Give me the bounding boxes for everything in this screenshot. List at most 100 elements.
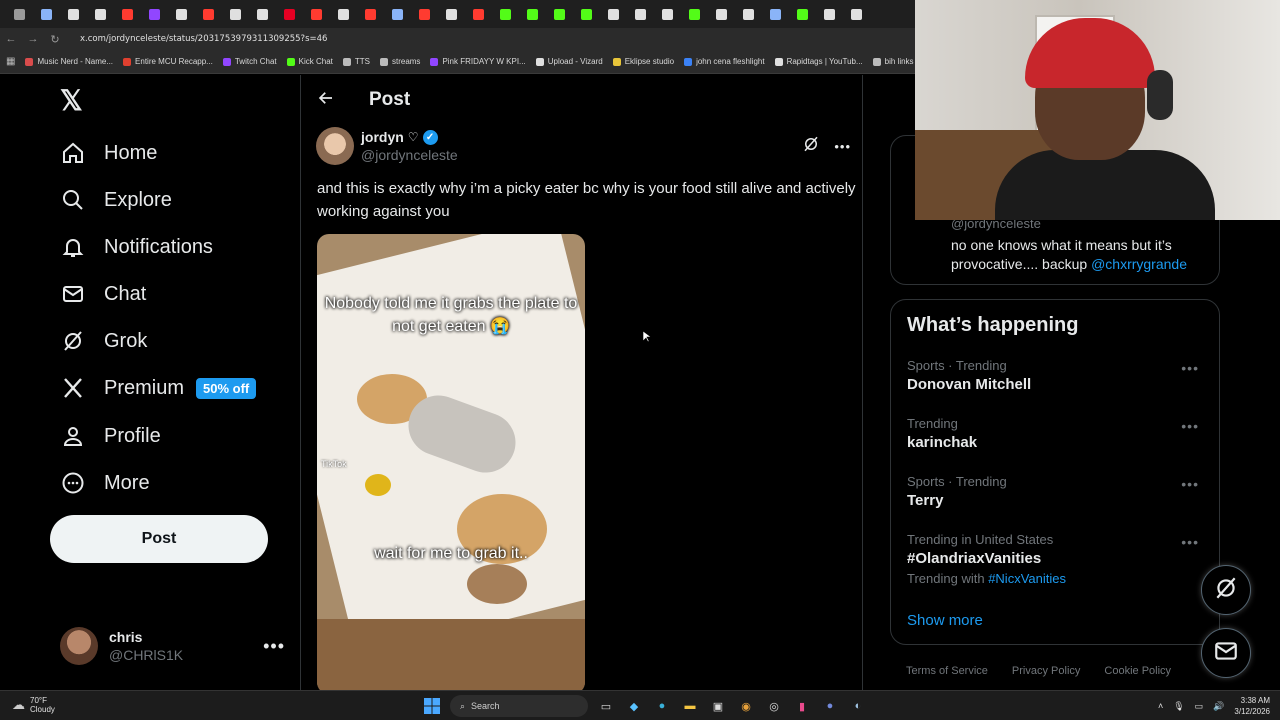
reload-icon[interactable]: ↻ [44,33,66,46]
browser-tab[interactable] [330,4,357,24]
bookmark-item[interactable]: Twitch Chat [222,57,277,66]
browser-tab[interactable] [195,4,222,24]
nav-explore[interactable]: Explore [60,180,172,220]
chrome-icon[interactable]: ◉ [736,696,756,716]
browser-tab[interactable] [60,4,87,24]
bookmark-item[interactable]: Music Nerd - Name... [25,57,113,66]
chevron-up-icon[interactable]: ˄ [1158,701,1163,711]
weather-widget[interactable]: ☁ 70°F Cloudy [12,696,55,714]
more-dots-icon[interactable]: ••• [1181,360,1199,376]
more-dots-icon[interactable]: ••• [263,636,285,657]
browser-tab[interactable] [168,4,195,24]
browser-tab[interactable] [600,4,627,24]
browser-tab[interactable] [141,4,168,24]
url-field[interactable]: x.com/jordynceleste/status/2031753979311… [80,34,327,44]
browser-tab[interactable] [843,4,870,24]
bookmark-item[interactable]: TTS [342,57,370,66]
bookmark-item[interactable]: Eklipse studio [612,57,674,66]
bookmark-item[interactable]: streams [379,57,420,66]
trend-item[interactable]: Sports · Trending Donovan Mitchell ••• [907,358,1207,393]
author-avatar[interactable] [316,127,354,165]
grok-icon[interactable] [802,135,820,158]
nav-chat[interactable]: Chat [60,274,146,314]
bookmark-item[interactable]: Kick Chat [286,57,333,66]
bookmark-item[interactable]: bih links [872,57,914,66]
browser-tab[interactable] [6,4,33,24]
author-name[interactable]: jordyn [361,129,404,145]
trend-item[interactable]: Sports · Trending Terry ••• [907,474,1207,509]
x-logo-icon[interactable]: 𝕏 [60,87,88,115]
preview-mention-link[interactable]: @chxrrygrande [1091,256,1187,272]
app-icon[interactable]: ▮ [792,696,812,716]
browser-tab[interactable] [627,4,654,24]
file-explorer-icon[interactable]: ▬ [680,696,700,716]
trend-item[interactable]: Trending karinchak ••• [907,416,1207,451]
trend-item[interactable]: Trending in United States #OlandriaxVani… [907,532,1207,586]
windows-start-icon[interactable] [422,696,442,716]
bookmark-item[interactable]: Rapidtags | YouTub... [774,57,863,66]
browser-tab[interactable] [708,4,735,24]
store-icon[interactable]: ▣ [708,696,728,716]
browser-tab[interactable] [492,4,519,24]
browser-tab[interactable] [654,4,681,24]
browser-tab[interactable] [681,4,708,24]
browser-tab[interactable] [303,4,330,24]
messages-floating-button[interactable] [1201,628,1251,678]
edge-icon[interactable]: ● [652,696,672,716]
post-video[interactable]: Nobody told me it grabs the plate to not… [317,234,585,690]
footer-link[interactable]: Cookie Policy [1104,665,1171,677]
forward-nav-icon[interactable]: → [22,33,44,45]
more-dots-icon[interactable]: ••• [1181,476,1199,492]
author-handle[interactable]: @jordynceleste [361,147,458,163]
back-arrow-icon[interactable] [317,89,337,112]
back-nav-icon[interactable]: ← [0,33,22,45]
post-button[interactable]: Post [50,515,268,563]
bookmark-item[interactable]: john cena fleshlight [684,57,765,66]
network-icon[interactable]: ▭ [1195,701,1204,712]
apps-grid-icon[interactable]: ▦ [6,56,15,67]
bookmark-item[interactable]: Upload - Vizard [535,57,603,66]
footer-link[interactable]: Privacy Policy [1012,665,1080,677]
taskbar-search[interactable]: ⌕ Search [450,695,588,717]
obs-icon[interactable]: ◎ [764,696,784,716]
browser-tab[interactable] [411,4,438,24]
nav-home[interactable]: Home [60,133,157,173]
bookmark-item[interactable]: Entire MCU Recapp... [123,57,213,66]
browser-tab[interactable] [249,4,276,24]
steam-icon[interactable]: ◐ [848,696,868,716]
browser-tab[interactable] [384,4,411,24]
browser-tab[interactable] [735,4,762,24]
nav-grok[interactable]: Grok [60,321,147,361]
nav-profile[interactable]: Profile [60,416,161,456]
browser-tab[interactable] [438,4,465,24]
browser-tab[interactable] [33,4,60,24]
browser-tab[interactable] [789,4,816,24]
browser-tab[interactable] [546,4,573,24]
copilot-icon[interactable]: ◆ [624,696,644,716]
browser-tab[interactable] [222,4,249,24]
nav-premium[interactable]: Premium 50% off [60,368,257,408]
trending-with-tag[interactable]: #NicxVanities [988,571,1066,586]
more-dots-icon[interactable]: ••• [834,139,851,154]
microphone-icon[interactable]: 🎙 [1173,701,1184,712]
browser-tab[interactable] [762,4,789,24]
grok-floating-button[interactable] [1201,565,1251,615]
account-switcher[interactable]: chris @CHRlS1K ••• [60,627,285,665]
more-dots-icon[interactable]: ••• [1181,418,1199,434]
browser-tab[interactable] [357,4,384,24]
more-dots-icon[interactable]: ••• [1181,534,1199,550]
clock[interactable]: 3:38 AM 3/12/2026 [1234,695,1270,717]
browser-tab[interactable] [114,4,141,24]
nav-more[interactable]: More [60,463,150,503]
browser-tab[interactable] [519,4,546,24]
browser-tab[interactable] [87,4,114,24]
browser-tab[interactable] [816,4,843,24]
browser-tab[interactable] [573,4,600,24]
volume-icon[interactable]: 🔊 [1213,701,1224,712]
browser-tab[interactable] [465,4,492,24]
task-view-icon[interactable]: ▭ [596,696,616,716]
discord-icon[interactable]: ● [820,696,840,716]
show-more-link[interactable]: Show more [907,612,983,629]
nav-notifications[interactable]: Notifications [60,227,213,267]
footer-link[interactable]: Terms of Service [906,665,988,677]
